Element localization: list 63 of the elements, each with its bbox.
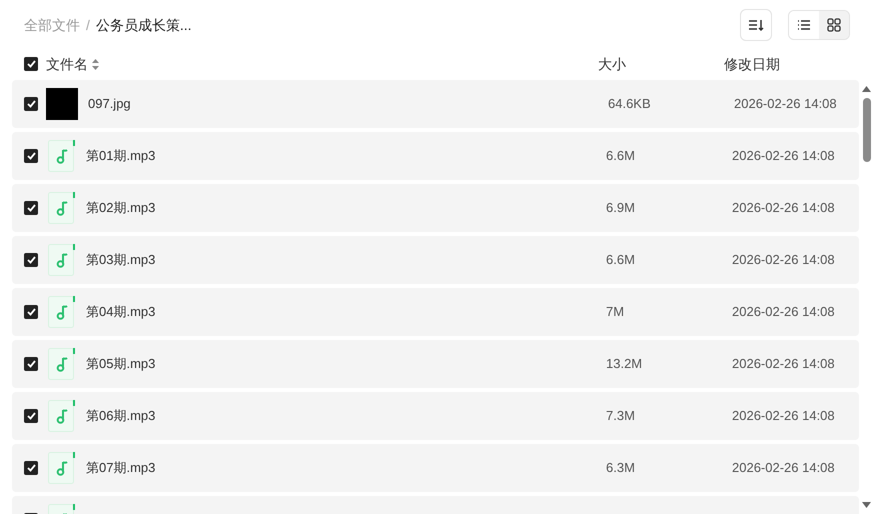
modified-date: 2026-02-26 14:08: [732, 147, 835, 166]
file-row[interactable]: 第02期.mp3 6.9M 2026-02-26 14:08: [12, 184, 859, 232]
breadcrumb-separator: /: [86, 16, 90, 34]
checkbox[interactable]: [24, 97, 38, 111]
modified-date: 2026-02-26 14:08: [732, 199, 835, 218]
file-row[interactable]: 第07期.mp3 6.3M 2026-02-26 14:08: [12, 444, 859, 492]
column-header: 修改日期: [724, 54, 780, 74]
file-name[interactable]: 第04期.mp3: [86, 302, 606, 322]
audio-file-icon: [48, 348, 76, 380]
breadcrumb-current[interactable]: 公务员成长策...: [96, 14, 192, 36]
list-icon: [797, 19, 811, 31]
audio-file-icon: [48, 296, 76, 328]
scroll-up-icon[interactable]: [862, 86, 871, 92]
file-name[interactable]: 第01期.mp3: [86, 146, 606, 166]
column-header: 大小: [598, 54, 627, 74]
file-size: 13.2M: [606, 355, 644, 374]
checkbox[interactable]: [24, 149, 38, 163]
modified-date: 2026-02-26 14:08: [732, 407, 835, 426]
image-thumbnail: [46, 88, 78, 120]
audio-file-icon: [48, 400, 76, 432]
file-size: 6.9M: [606, 199, 636, 218]
file-size: 6.6M: [606, 251, 636, 270]
file-name[interactable]: 第06期.mp3: [86, 406, 606, 426]
file-row[interactable]: 第06期.mp3 7.3M 2026-02-26 14:08: [12, 392, 859, 440]
modified-date: 2026-02-26 14:08: [732, 251, 835, 270]
modified-date: 2026-02-26 14:08: [732, 459, 835, 478]
modified-date: 2026-02-26 14:08: [732, 355, 835, 374]
file-row[interactable]: 第01期.mp3 6.6M 2026-02-26 14:08: [12, 132, 859, 180]
audio-file-icon: [48, 192, 76, 224]
file-size: 64.6KB: [608, 95, 652, 114]
audio-file-icon: [48, 244, 76, 276]
checkbox[interactable]: [24, 253, 38, 267]
file-row[interactable]: 第03期.mp3 6.6M 2026-02-26 14:08: [12, 236, 859, 284]
file-name[interactable]: 第07期.mp3: [86, 458, 606, 478]
sort-button[interactable]: [740, 9, 772, 41]
sort-icon[interactable]: [92, 58, 99, 70]
grid-icon: [827, 18, 841, 32]
column-header[interactable]: 文件名: [46, 54, 88, 74]
file-row[interactable]: 第05期.mp3 13.2M 2026-02-26 14:08: [12, 340, 859, 388]
file-name[interactable]: 第02期.mp3: [86, 198, 606, 218]
modified-date: 2026-02-26 14:08: [732, 303, 835, 322]
checkbox[interactable]: [24, 305, 38, 319]
checkbox[interactable]: [24, 57, 38, 71]
file-size: 6.3M: [606, 459, 636, 478]
file-size: 7.3M: [606, 407, 636, 426]
scroll-down-icon[interactable]: [862, 502, 871, 508]
file-size: 7M: [606, 303, 626, 322]
file-row[interactable]: 097.jpg 64.6KB 2026-02-26 14:08: [12, 80, 859, 128]
file-name[interactable]: 第03期.mp3: [86, 250, 606, 270]
checkbox[interactable]: [24, 461, 38, 475]
sort-icon: [748, 18, 764, 32]
checkbox[interactable]: [24, 409, 38, 423]
checkbox[interactable]: [24, 201, 38, 215]
grid-view-button[interactable]: [819, 11, 849, 39]
file-row[interactable]: 第04期.mp3 7M 2026-02-26 14:08: [12, 288, 859, 336]
file-name[interactable]: 第05期.mp3: [86, 354, 606, 374]
audio-file-icon: [48, 452, 76, 484]
checkbox[interactable]: [24, 357, 38, 371]
file-name[interactable]: 097.jpg: [88, 94, 608, 114]
scrollbar-thumb[interactable]: [862, 98, 870, 162]
file-size: 6.6M: [606, 147, 636, 166]
modified-date: 2026-02-26 14:08: [734, 95, 837, 114]
audio-file-icon: [48, 140, 76, 172]
